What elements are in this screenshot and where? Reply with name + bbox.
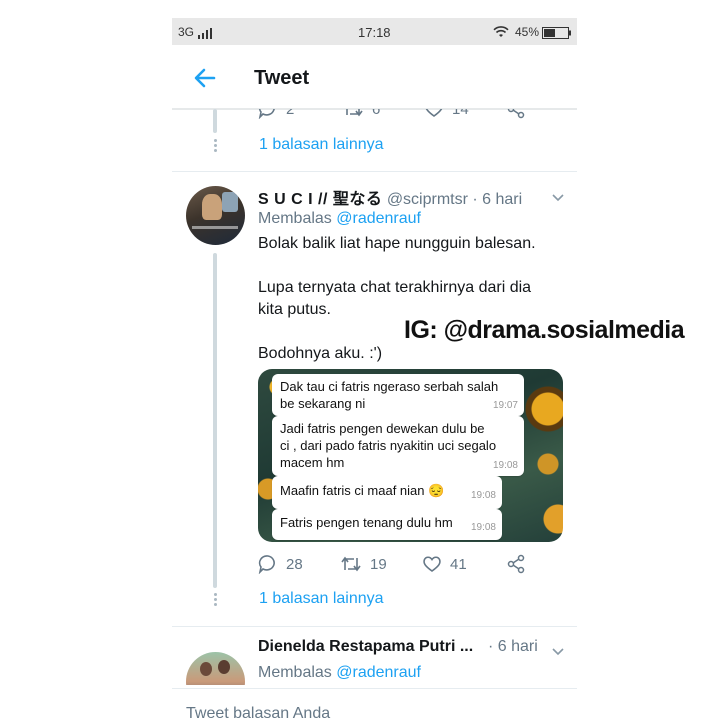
chat-time: 19:08 bbox=[470, 490, 496, 501]
share-icon[interactable] bbox=[506, 554, 534, 574]
replying-prefix: Membalas bbox=[258, 210, 332, 227]
wifi-icon bbox=[493, 25, 509, 43]
retweet-action[interactable]: 6 bbox=[342, 109, 380, 119]
divider bbox=[172, 626, 577, 627]
thread-dots bbox=[214, 139, 217, 154]
chat-bubble: Jadi fatris pengen dewekan dulu be ci , … bbox=[272, 416, 524, 476]
share-icon[interactable] bbox=[506, 109, 526, 121]
page-title: Tweet bbox=[254, 67, 310, 89]
reply-icon bbox=[258, 109, 275, 119]
avatar[interactable] bbox=[186, 652, 245, 685]
chat-time: 19:08 bbox=[492, 460, 518, 471]
retweet-count: 19 bbox=[370, 555, 387, 573]
reply-icon bbox=[258, 555, 275, 574]
chat-text: macem hm bbox=[280, 455, 345, 470]
replying-to: Membalas @radenrauf bbox=[258, 210, 421, 228]
status-bar: 3G 17:18 45% bbox=[172, 18, 577, 45]
tweet-actions: 28 19 41 bbox=[258, 554, 558, 576]
reply-placeholder[interactable]: Tweet balasan Anda bbox=[186, 705, 330, 723]
tweet-line: Bodohnya aku. :') bbox=[258, 345, 383, 362]
chat-time: 19:08 bbox=[470, 522, 496, 533]
chat-text: Fatris pengen tenang dulu hm bbox=[280, 515, 453, 530]
tweet-line: Bolak balik liat hape nungguin balesan. bbox=[258, 235, 536, 252]
chat-text: Jadi fatris pengen dewekan dulu be bbox=[280, 421, 485, 436]
tweet-header: S U C I // 聖なる @sciprmtsr · 6 hari bbox=[258, 185, 522, 209]
chevron-down-icon[interactable] bbox=[551, 190, 565, 208]
clock: 17:18 bbox=[358, 25, 391, 40]
like-count: 14 bbox=[452, 109, 469, 118]
battery-icon bbox=[542, 26, 572, 44]
timestamp: · 6 hari bbox=[488, 638, 538, 655]
attached-image[interactable]: Dak tau ci fatris ngeraso serbah salah b… bbox=[258, 369, 563, 542]
watermark: IG: @drama.sosialmedia bbox=[404, 316, 685, 344]
reply-composer[interactable]: Tweet balasan Anda bbox=[172, 688, 577, 723]
signal-icon bbox=[198, 26, 212, 44]
handle[interactable]: @sciprmtsr bbox=[387, 191, 468, 208]
chat-bubble: Dak tau ci fatris ngeraso serbah salah b… bbox=[272, 374, 524, 416]
like-action[interactable]: 41 bbox=[422, 554, 467, 574]
tweet-text: Bolak balik liat hape nungguin balesan. … bbox=[258, 233, 536, 365]
chat-bubble: Fatris pengen tenang dulu hm 19:08 bbox=[272, 509, 502, 540]
reply-count: 2 bbox=[286, 109, 295, 118]
more-replies-link[interactable]: 1 balasan lainnya bbox=[259, 136, 384, 154]
chat-text: Maafin fatris ci maaf nian 😔 bbox=[280, 483, 445, 498]
like-action[interactable]: 14 bbox=[424, 109, 469, 119]
battery-percent: 45% bbox=[515, 25, 540, 39]
more-replies-link[interactable]: 1 balasan lainnya bbox=[259, 590, 384, 608]
tweet-header: Dienelda Restapama Putri ... bbox=[258, 638, 473, 656]
chevron-down-icon[interactable] bbox=[551, 644, 565, 662]
chat-text: Dak tau ci fatris ngeraso serbah salah bbox=[280, 379, 499, 394]
retweet-icon bbox=[341, 556, 361, 572]
thread-line bbox=[213, 109, 217, 133]
mention-link[interactable]: @radenrauf bbox=[336, 210, 421, 227]
replying-prefix: Membalas bbox=[258, 664, 332, 681]
chat-time: 19:07 bbox=[492, 400, 518, 411]
retweet-icon bbox=[346, 109, 363, 117]
chat-text: ci , dari pado fatris nyakitin uci segal… bbox=[280, 438, 497, 453]
replying-to: Membalas @radenrauf bbox=[258, 664, 421, 682]
avatar[interactable] bbox=[186, 186, 245, 245]
reply-action[interactable]: 2 bbox=[258, 109, 294, 119]
display-name[interactable]: S U C I // 聖なる bbox=[258, 191, 382, 208]
thread-dots bbox=[214, 593, 217, 608]
heart-icon bbox=[425, 109, 443, 117]
mention-link[interactable]: @radenrauf bbox=[336, 664, 421, 681]
heart-icon bbox=[423, 556, 441, 572]
network-label: 3G bbox=[178, 25, 195, 39]
timestamp: · 6 hari bbox=[472, 191, 523, 208]
thread-line bbox=[213, 253, 217, 588]
divider bbox=[172, 171, 577, 172]
reply-action[interactable]: 28 bbox=[258, 554, 303, 574]
retweet-action[interactable]: 19 bbox=[340, 554, 387, 574]
retweet-count: 6 bbox=[372, 109, 381, 118]
back-arrow-icon[interactable] bbox=[192, 65, 218, 91]
top-bar: Tweet bbox=[172, 45, 577, 110]
reply-count: 28 bbox=[286, 555, 303, 573]
tweet-line: Lupa ternyata chat terakhirnya dari dia bbox=[258, 279, 532, 296]
like-count: 41 bbox=[450, 555, 467, 573]
chat-bubble: Maafin fatris ci maaf nian 😔 19:08 bbox=[272, 476, 502, 509]
chat-text: be sekarang ni bbox=[280, 396, 366, 411]
prev-tweet-actions: 2 6 14 bbox=[172, 109, 577, 121]
display-name[interactable]: Dienelda Restapama Putri ... bbox=[258, 638, 473, 655]
